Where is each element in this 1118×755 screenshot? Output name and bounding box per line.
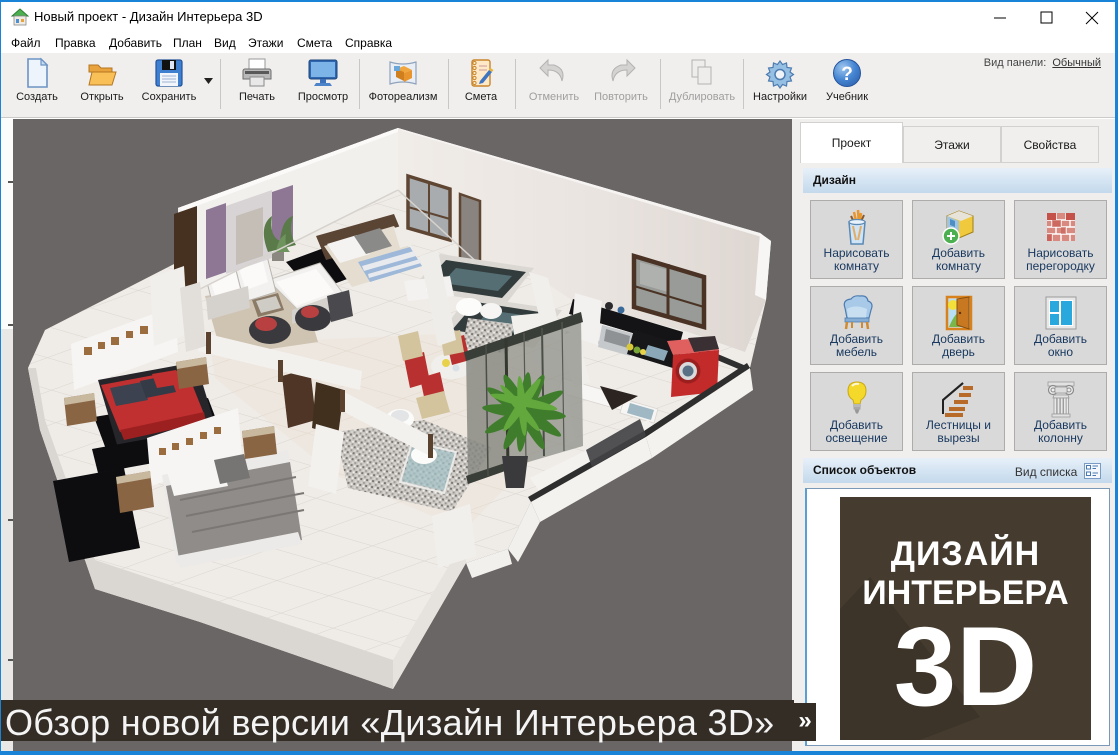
svg-text:?: ? <box>841 64 853 85</box>
